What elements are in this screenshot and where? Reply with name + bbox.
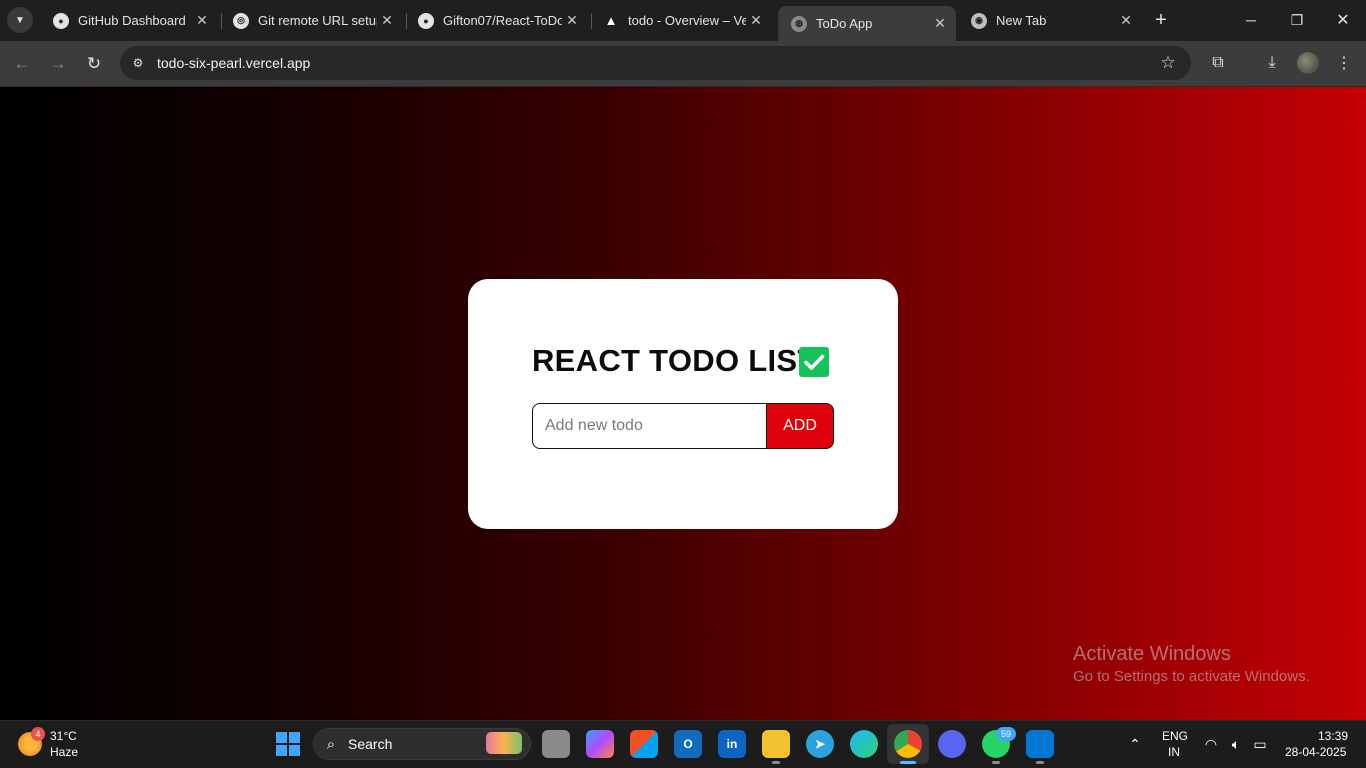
minimize-icon[interactable]: ─ [1236, 6, 1266, 34]
close-icon[interactable]: ✕ [192, 11, 212, 31]
chrome-taskbar-icon[interactable] [894, 730, 922, 758]
tab-new-tab[interactable]: ◉ New Tab ✕ [958, 6, 1142, 35]
edge-icon[interactable] [850, 730, 878, 758]
tab-title: Git remote URL setup [258, 13, 377, 28]
tab-title: ToDo App [816, 16, 873, 31]
site-info-icon[interactable]: ⚙ [128, 53, 148, 73]
reload-icon[interactable]: ↻ [81, 51, 107, 77]
tab-react-todo-repo[interactable]: ● Gifton07/React-ToDo ✕ [405, 6, 588, 35]
restore-icon[interactable]: ❐ [1282, 6, 1312, 34]
tab-search-button[interactable]: ▼ [7, 7, 33, 33]
language-region[interactable]: IN [1168, 745, 1180, 759]
new-tab-button[interactable]: + [1150, 9, 1172, 31]
tab-github-dashboard[interactable]: ● GitHub Dashboard ✕ [40, 6, 218, 35]
globe-icon: ◍ [791, 15, 807, 32]
bookmark-star-icon[interactable]: ☆ [1157, 52, 1179, 74]
profile-avatar[interactable] [1297, 52, 1319, 74]
download-icon[interactable]: ⤓ [1260, 51, 1284, 75]
page-title: REACT TODO LIST [532, 343, 817, 378]
wifi-icon[interactable]: ◠ [1201, 734, 1221, 754]
github-icon: ● [53, 12, 69, 29]
app-running-indicator [1036, 761, 1044, 764]
chatgpt-icon: ◎ [233, 12, 249, 29]
battery-icon[interactable]: ▭ [1250, 734, 1270, 754]
telegram-icon[interactable]: ➤ [806, 730, 834, 758]
close-icon[interactable]: ✕ [377, 11, 397, 31]
tab-title: GitHub Dashboard [78, 13, 186, 28]
todo-input[interactable] [532, 403, 768, 449]
tab-git-remote-url[interactable]: ◎ Git remote URL setup ✕ [220, 6, 403, 35]
tab-title: todo - Overview – Ve [628, 13, 746, 28]
menu-icon[interactable]: ⋮ [1332, 51, 1356, 75]
whatsapp-badge: 59 [996, 727, 1016, 741]
search-label[interactable]: Search [348, 736, 392, 752]
discord-icon[interactable] [938, 730, 966, 758]
url-text[interactable]: todo-six-pearl.vercel.app [157, 55, 310, 71]
back-icon[interactable]: ← [9, 51, 35, 77]
clock-date[interactable]: 28-04-2025 [1285, 745, 1346, 759]
activate-windows-title: Activate Windows [1073, 643, 1231, 665]
linkedin-icon[interactable]: in [718, 730, 746, 758]
language-code[interactable]: ENG [1162, 729, 1188, 743]
forward-icon[interactable]: → [45, 51, 71, 77]
weather-condition[interactable]: Haze [50, 745, 78, 759]
file-explorer-icon[interactable] [762, 730, 790, 758]
app-active-indicator [900, 761, 916, 764]
add-button[interactable]: ADD [766, 403, 834, 449]
chrome-icon: ◉ [971, 12, 987, 29]
extensions-icon[interactable]: ⧉ [1206, 51, 1230, 75]
task-view-icon[interactable] [542, 730, 570, 758]
outlook-icon[interactable]: O [674, 730, 702, 758]
close-icon[interactable]: ✕ [1116, 11, 1136, 31]
volume-icon[interactable]: 🔈︎ [1226, 734, 1246, 754]
tab-vercel-overview[interactable]: ▲ todo - Overview – Ve ✕ [590, 6, 772, 35]
github-icon: ● [418, 12, 434, 29]
clock-time[interactable]: 13:39 [1318, 729, 1348, 743]
app-running-indicator [772, 761, 780, 764]
copilot-icon[interactable] [586, 730, 614, 758]
windows-start-icon[interactable] [276, 732, 300, 756]
search-highlight-icon [486, 732, 522, 754]
close-window-icon[interactable]: ✕ [1328, 6, 1358, 34]
tab-title: New Tab [996, 13, 1047, 28]
close-icon[interactable]: ✕ [562, 11, 582, 31]
search-icon: ⌕ [326, 735, 336, 753]
check-icon [799, 347, 829, 377]
chevron-up-icon[interactable]: ⌃ [1125, 734, 1145, 754]
weather-temperature[interactable]: 31°C [50, 729, 77, 743]
activate-windows-subtitle: Go to Settings to activate Windows. [1073, 668, 1310, 685]
close-icon[interactable]: ✕ [930, 14, 950, 34]
microsoft-store-icon[interactable] [630, 730, 658, 758]
close-icon[interactable]: ✕ [746, 11, 766, 31]
vercel-icon: ▲ [604, 13, 618, 28]
tab-title: Gifton07/React-ToDo [443, 13, 562, 28]
weather-badge: 4 [31, 727, 45, 741]
vscode-icon[interactable] [1026, 730, 1054, 758]
app-running-indicator [992, 761, 1000, 764]
tab-todo-app[interactable]: ◍ ToDo App ✕ [778, 6, 956, 41]
